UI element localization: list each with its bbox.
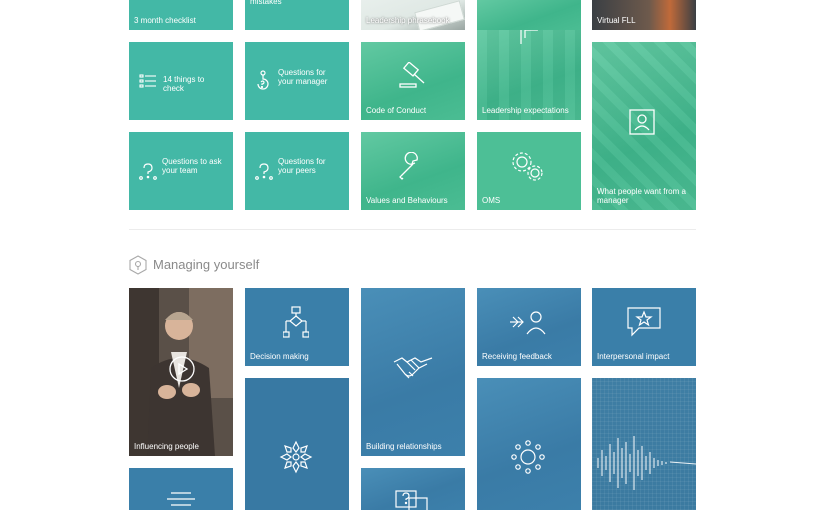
tile-label: Influencing people: [134, 441, 199, 451]
wrench-icon: [397, 152, 425, 180]
sun-network-icon: [511, 440, 545, 474]
tile-what-people-want[interactable]: What people want from a manager: [592, 42, 696, 210]
lightbulb-hex-icon: [129, 255, 147, 280]
tile-interpersonal-impact[interactable]: Interpersonal impact: [592, 288, 696, 366]
question-bubble-icon: [254, 162, 274, 182]
tile-question-chat[interactable]: [361, 468, 465, 510]
tile-values-behaviours[interactable]: Values and Behaviours: [361, 132, 465, 210]
tile-label: Code of Conduct: [366, 105, 427, 115]
tile-label: 3 month checklist: [134, 15, 196, 25]
tile-label: OMS: [482, 195, 501, 205]
tile-influencing-people[interactable]: Influencing people: [129, 288, 233, 456]
tile-oms[interactable]: OMS: [477, 132, 581, 210]
star-speech-icon: [625, 306, 663, 338]
tile-decision-making[interactable]: Decision making: [245, 288, 349, 366]
tile-questions-manager[interactable]: Questions for your manager: [245, 42, 349, 120]
tile-label: Receiving feedback: [482, 351, 552, 361]
tile-sun-network[interactable]: [477, 378, 581, 510]
section-divider: [129, 229, 696, 230]
tile-label: Building relationships: [366, 441, 442, 451]
tile-label: Virtual FLL: [597, 15, 636, 25]
section-title: Managing yourself: [153, 257, 260, 272]
gears-icon: [510, 150, 546, 184]
person-frame-icon: [628, 108, 656, 136]
tile-code-of-conduct[interactable]: Code of Conduct: [361, 42, 465, 120]
arrow-person-icon: [509, 308, 547, 336]
tile-label: Values and Behaviours: [366, 195, 448, 205]
tile-soundwave[interactable]: [592, 378, 696, 510]
play-icon[interactable]: [169, 356, 195, 382]
tile-label: mistakes: [250, 0, 282, 6]
tile-3-month-checklist[interactable]: 3 month checklist: [129, 0, 233, 30]
tile-label: What people want from a manager: [597, 187, 686, 205]
tile-lines[interactable]: [129, 468, 233, 510]
tile-label: Decision making: [250, 351, 309, 361]
lines-icon: [165, 490, 197, 510]
tile-leadership-phrasebook[interactable]: Leadership phrasebook: [361, 0, 465, 30]
tile-label: Leadership phrasebook: [366, 15, 450, 25]
tile-questions-team[interactable]: Questions to ask your team: [129, 132, 233, 210]
tile-label: 14 things to check: [163, 75, 205, 93]
tile-receiving-feedback[interactable]: Receiving feedback: [477, 288, 581, 366]
flag-person-icon: [515, 30, 541, 46]
tile-label: Questions to ask your team: [162, 157, 222, 175]
tile-virtual-fll[interactable]: Virtual FLL: [592, 0, 696, 30]
tile-label: Interpersonal impact: [597, 351, 670, 361]
question-chat-icon: [395, 490, 429, 510]
tile-leadership-expectations[interactable]: Leadership expectations: [477, 30, 581, 120]
soundwave-graphic: [597, 436, 696, 490]
tile-snowflake[interactable]: [245, 378, 349, 510]
tile-mistakes[interactable]: mistakes: [245, 0, 349, 30]
handshake-icon: [393, 354, 433, 382]
tile-label: Questions for your peers: [278, 157, 326, 175]
question-bubble-icon: [138, 162, 158, 182]
tile-14-things[interactable]: 14 things to check: [129, 42, 233, 120]
snowflake-icon: [279, 440, 313, 474]
tile-questions-peers[interactable]: Questions for your peers: [245, 132, 349, 210]
gavel-icon: [396, 62, 428, 90]
hook-question-icon: [255, 70, 271, 92]
flowchart-icon: [283, 306, 309, 338]
list-icon: [139, 74, 157, 88]
tile-label: Questions for your manager: [278, 68, 328, 86]
tile-label: Leadership expectations: [482, 105, 569, 115]
tile-building-relationships[interactable]: Building relationships: [361, 288, 465, 456]
